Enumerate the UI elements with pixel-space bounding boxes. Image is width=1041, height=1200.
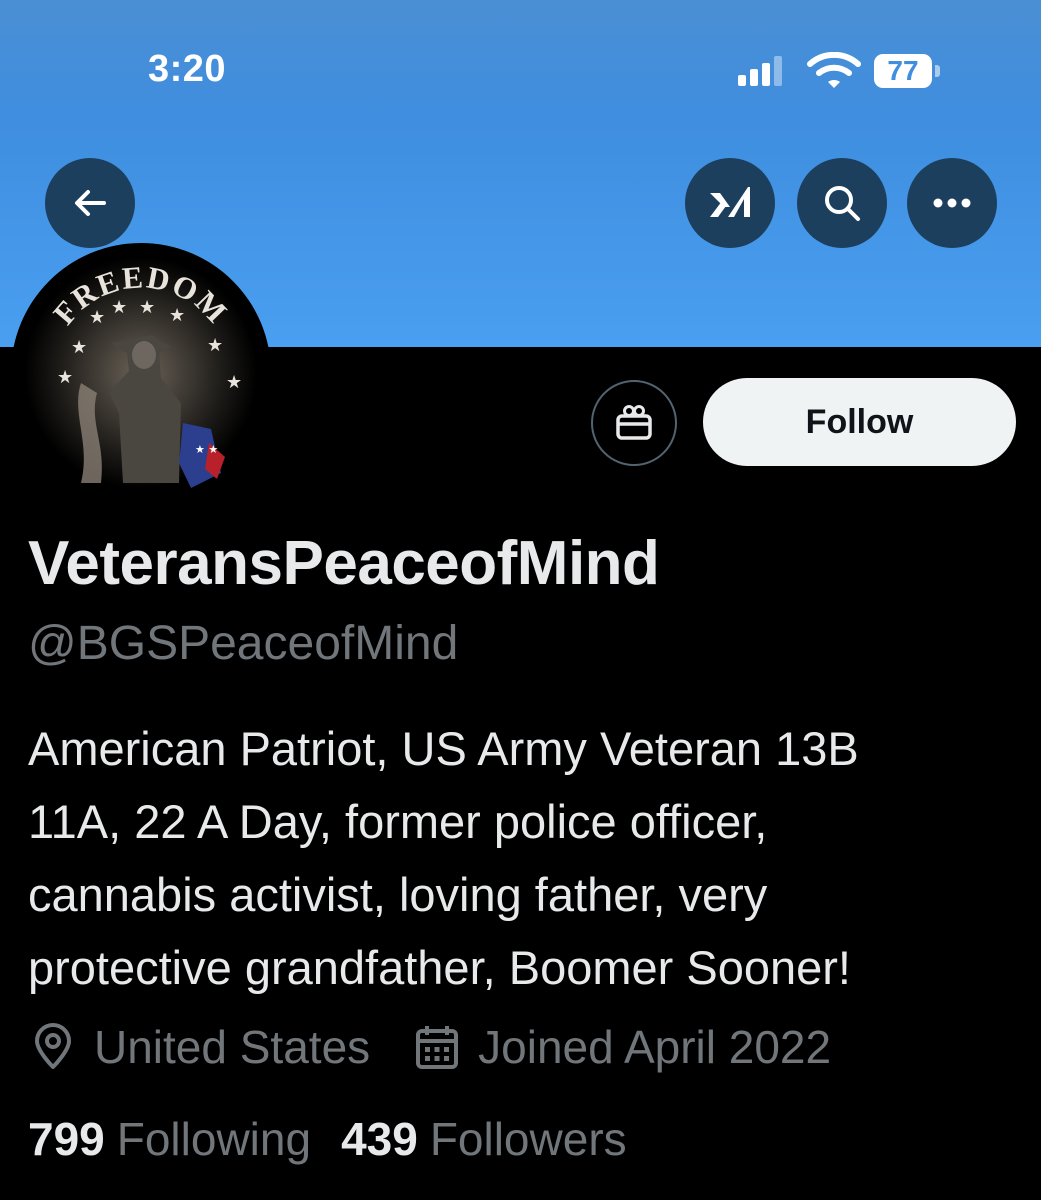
profile-avatar[interactable]: FREEDOM ★ ★ ★ ★ ★ ★ ★ ★ ★ ★ (11, 243, 271, 503)
svg-text:★: ★ (139, 297, 155, 318)
profile-meta: United States Joined April 2022 (28, 1016, 831, 1078)
svg-text:★: ★ (111, 297, 127, 318)
followers-link[interactable]: 439 Followers (341, 1112, 627, 1166)
calendar-icon (416, 1026, 459, 1069)
battery-indicator: 77 (874, 54, 940, 88)
grok-icon (710, 187, 750, 217)
following-label: Following (116, 1113, 312, 1165)
follow-button[interactable]: Follow (703, 378, 1016, 466)
svg-text:★: ★ (71, 337, 87, 358)
followers-label: Followers (429, 1113, 627, 1165)
bio-line: protective grandfather, Boomer Sooner! (28, 941, 851, 994)
location-item: United States (28, 1020, 370, 1074)
battery-level: 77 (874, 54, 932, 88)
grok-button[interactable] (685, 158, 775, 248)
following-count: 799 (28, 1113, 105, 1165)
svg-text:★: ★ (207, 335, 223, 356)
location-pin-icon (35, 1023, 71, 1069)
following-link[interactable]: 799 Following (28, 1112, 311, 1166)
gift-button[interactable] (591, 380, 677, 466)
status-time: 3:20 (148, 48, 227, 90)
cellular-signal-icon (738, 56, 782, 86)
more-button[interactable] (907, 158, 997, 248)
followers-count: 439 (341, 1113, 418, 1165)
avatar-image: FREEDOM ★ ★ ★ ★ ★★★★ ★ ★ (25, 257, 257, 489)
follow-stats: 799 Following 439 Followers (28, 1112, 627, 1166)
svg-text:★: ★ (89, 307, 105, 328)
joined-item: Joined April 2022 (412, 1020, 831, 1074)
more-horizontal-icon (933, 198, 971, 208)
svg-text:★: ★ (57, 367, 73, 388)
battery-cap (935, 65, 940, 77)
bio-line: American Patriot, US Army Veteran 13B (28, 722, 859, 775)
joined-text: Joined April 2022 (478, 1021, 832, 1073)
back-button[interactable] (45, 158, 135, 248)
display-name: VeteransPeaceofMind (28, 529, 660, 598)
bio-line: cannabis activist, loving father, very (28, 868, 768, 921)
svg-text:★ ★: ★ ★ (195, 443, 218, 456)
gift-icon (616, 405, 652, 440)
wifi-icon (807, 52, 861, 88)
search-button[interactable] (797, 158, 887, 248)
user-handle: @BGSPeaceofMind (28, 617, 459, 670)
arrow-left-icon (75, 190, 106, 216)
svg-text:★: ★ (226, 372, 242, 393)
svg-text:★: ★ (169, 305, 185, 326)
location-text: United States (94, 1021, 371, 1073)
profile-bio: American Patriot, US Army Veteran 13B 11… (28, 712, 1028, 1004)
bio-line: 11A, 22 A Day, former police officer, (28, 795, 768, 848)
search-icon (825, 186, 860, 221)
